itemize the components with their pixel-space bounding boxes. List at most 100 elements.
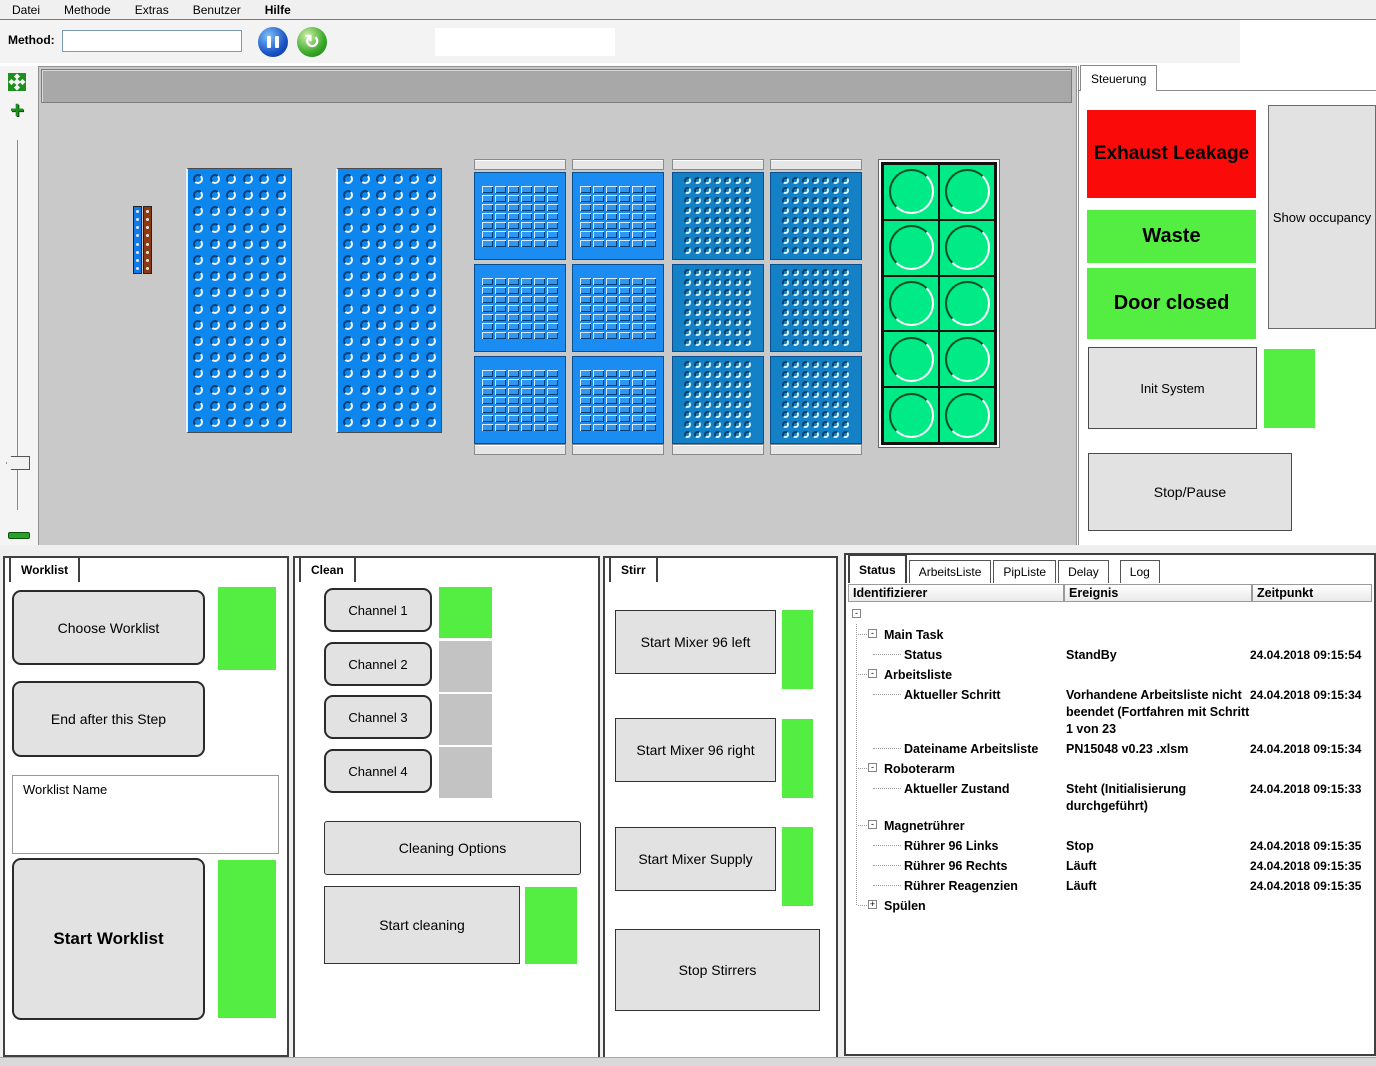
channel-1-button[interactable]: Channel 1 <box>324 588 432 632</box>
stop-stirrers-button[interactable]: Stop Stirrers <box>615 929 820 1011</box>
deck-view[interactable] <box>38 66 1077 547</box>
menu-datei[interactable]: Datei <box>0 0 52 19</box>
tip-slot <box>619 379 630 386</box>
tree-row[interactable]: Rührer 96 RechtsLäuft24.04.2018 09:15:35 <box>848 855 1374 875</box>
tube <box>146 218 149 221</box>
tip-slot <box>606 278 617 285</box>
tab-status[interactable]: Status <box>848 554 907 583</box>
trough-bottle <box>883 220 939 276</box>
well <box>704 371 711 378</box>
tree-row[interactable]: Dateiname ArbeitslistePN15048 v0.23 .xls… <box>848 738 1374 758</box>
menu-extras[interactable]: Extras <box>123 0 181 19</box>
tree-expand-box[interactable]: - <box>868 669 877 678</box>
channel-3-button[interactable]: Channel 3 <box>324 695 432 739</box>
tube-strips[interactable] <box>133 206 154 274</box>
tip-slot <box>593 231 604 238</box>
tab-delay[interactable]: Delay <box>1058 560 1109 583</box>
well <box>393 385 403 395</box>
cleaning-options-button[interactable]: Cleaning Options <box>324 821 581 875</box>
tip-slot <box>534 415 545 422</box>
refresh-button[interactable]: ↻ <box>297 27 327 57</box>
tip-slot <box>632 287 643 294</box>
worklist-name-box[interactable]: Worklist Name <box>12 775 279 854</box>
tree-row[interactable]: - <box>848 604 1374 624</box>
tip-slot <box>534 397 545 404</box>
menu-methode[interactable]: Methode <box>52 0 123 19</box>
menu-benutzer[interactable]: Benutzer <box>181 0 253 19</box>
reagent-trough-carrier[interactable] <box>878 159 1000 448</box>
plate-carrier-1[interactable] <box>672 159 764 455</box>
choose-worklist-button[interactable]: Choose Worklist <box>12 590 205 665</box>
well <box>393 352 403 362</box>
well <box>426 255 436 265</box>
start-cleaning-button[interactable]: Start cleaning <box>324 886 520 964</box>
start-worklist-button[interactable]: Start Worklist <box>12 858 205 1020</box>
well <box>822 421 829 428</box>
well <box>360 223 370 233</box>
start-mixer-96-left-button[interactable]: Start Mixer 96 left <box>615 610 776 674</box>
tree-row[interactable]: +Spülen <box>848 895 1374 915</box>
start-mixer-supply-button[interactable]: Start Mixer Supply <box>615 827 776 891</box>
tab-steuerung[interactable]: Steuerung <box>1080 65 1157 91</box>
well <box>210 417 220 427</box>
well <box>704 339 711 346</box>
zoom-slider-track <box>17 140 18 510</box>
menu-hilfe[interactable]: Hilfe <box>253 0 303 19</box>
start-mixer-96-right-button[interactable]: Start Mixer 96 right <box>615 718 776 782</box>
tab-stirr[interactable]: Stirr <box>609 556 658 582</box>
tab-pipliste[interactable]: PipListe <box>993 560 1056 583</box>
tree-expand-box[interactable]: - <box>868 763 877 772</box>
well <box>694 217 701 224</box>
well <box>259 255 269 265</box>
tip-carrier-1[interactable] <box>474 159 566 455</box>
tip-slot <box>495 195 506 202</box>
pause-button[interactable] <box>258 27 288 57</box>
tab-arbeitsliste[interactable]: ArbeitsListe <box>909 560 992 583</box>
well <box>360 417 370 427</box>
tree-row[interactable]: -Arbeitsliste <box>848 664 1374 684</box>
tree-row[interactable]: Rührer 96 LinksStop24.04.2018 09:15:35 <box>848 835 1374 855</box>
tab-log[interactable]: Log <box>1120 560 1160 583</box>
tip-slot <box>619 370 630 377</box>
tree-expand-box[interactable]: + <box>868 900 877 909</box>
init-system-button[interactable]: Init System <box>1088 347 1257 429</box>
well <box>259 417 269 427</box>
tab-worklist[interactable]: Worklist <box>9 556 80 582</box>
tree-row[interactable]: -Magnetrührer <box>848 815 1374 835</box>
tree-row[interactable]: Aktueller ZustandSteht (Initialisierung … <box>848 778 1374 815</box>
tree-expand-box[interactable]: - <box>868 820 877 829</box>
show-occupancy-button[interactable]: Show occupancy <box>1268 105 1376 329</box>
tree-row[interactable]: Aktueller SchrittVorhandene Arbeitsliste… <box>848 684 1374 738</box>
tip-carrier-2[interactable] <box>572 159 664 455</box>
tip-slot <box>495 323 506 330</box>
tree-row[interactable]: Rührer ReagenzienLäuft24.04.2018 09:15:3… <box>848 875 1374 895</box>
well <box>376 223 386 233</box>
zoom-in-icon[interactable]: + <box>5 100 29 124</box>
stop-pause-button[interactable]: Stop/Pause <box>1088 453 1292 531</box>
channel-4-button[interactable]: Channel 4 <box>324 749 432 793</box>
tip-slot <box>606 222 617 229</box>
zoom-out-icon[interactable] <box>8 532 30 539</box>
well <box>259 304 269 314</box>
channel-2-button[interactable]: Channel 2 <box>324 642 432 686</box>
well <box>276 206 286 216</box>
tab-clean[interactable]: Clean <box>299 556 356 582</box>
plate-96-right[interactable] <box>336 168 442 433</box>
tip-slot <box>495 231 506 238</box>
tree-row[interactable]: StatusStandBy24.04.2018 09:15:54 <box>848 644 1374 664</box>
tip-slot <box>521 406 532 413</box>
tree-row[interactable]: -Roboterarm <box>848 758 1374 778</box>
tree-expand-box[interactable]: - <box>852 609 861 618</box>
method-input[interactable] <box>62 30 242 52</box>
tip-slot <box>645 287 656 294</box>
tip-slot <box>547 287 558 294</box>
tree-row[interactable]: -Main Task <box>848 624 1374 644</box>
plate-carrier-2[interactable] <box>770 159 862 455</box>
well <box>822 247 829 254</box>
end-after-step-button[interactable]: End after this Step <box>12 681 205 757</box>
zoom-slider-handle[interactable] <box>6 456 30 470</box>
fit-view-icon[interactable] <box>7 72 27 92</box>
well <box>744 197 751 204</box>
plate-96-left[interactable] <box>186 168 292 433</box>
tree-expand-box[interactable]: - <box>868 629 877 638</box>
